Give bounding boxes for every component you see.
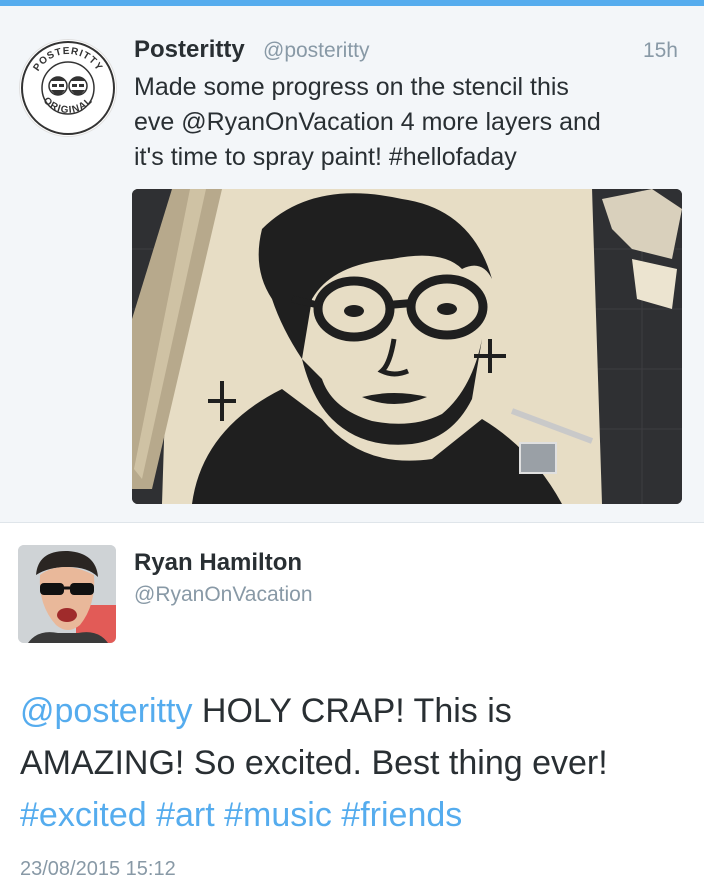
tweet2-text-segment: HOLY CRAP! This is <box>192 692 512 730</box>
tweet2-text-line-1: @posteritty HOLY CRAP! This is <box>20 685 690 737</box>
tweet1-author-name[interactable]: Posteritty <box>134 36 245 64</box>
hashtag-link[interactable]: #friends <box>341 796 462 834</box>
tweet-ryan-hamilton[interactable]: Ryan Hamilton @RyanOnVacation @posteritt… <box>0 523 704 896</box>
mention-link[interactable]: @posteritty <box>20 692 192 730</box>
tweet1-media-photo[interactable] <box>132 189 682 504</box>
tweet2-text-line-2: AMAZING! So excited. Best thing ever! <box>20 744 608 782</box>
hashtag-link[interactable]: #excited <box>20 796 147 834</box>
hashtag-link[interactable]: #art <box>156 796 215 834</box>
tweet2-text: @posteritty HOLY CRAP! This is AMAZING! … <box>20 685 690 841</box>
tweet2-hashtags: #excited #art #music #friends <box>20 789 690 841</box>
stencil-portrait-photo-icon <box>132 189 682 504</box>
posteritty-logo-icon: POSTERITTY ORIGINAL <box>21 41 115 135</box>
tweet1-text-line: it's time to spray paint! #hellofaday <box>134 143 517 171</box>
tweet2-author-handle[interactable]: @RyanOnVacation <box>134 583 313 607</box>
ryan-avatar[interactable] <box>18 545 116 643</box>
tweet1-timestamp[interactable]: 15h <box>643 39 678 63</box>
tweet1-text-line: Made some progress on the stencil this <box>134 73 569 101</box>
tweet-posteritty[interactable]: POSTERITTY ORIGINAL Posteritty @posterit… <box>0 6 704 523</box>
tweet1-text: Made some progress on the stencil this e… <box>134 70 679 175</box>
profile-photo-icon <box>18 545 116 643</box>
tweet1-author-handle[interactable]: @posteritty <box>263 39 370 63</box>
tweet1-text-line: eve @RyanOnVacation 4 more layers and <box>134 108 601 136</box>
posteritty-avatar[interactable]: POSTERITTY ORIGINAL <box>20 40 116 136</box>
hashtag-link[interactable]: #music <box>224 796 332 834</box>
tweet2-author-name[interactable]: Ryan Hamilton <box>134 549 302 577</box>
tweet2-date: 23/08/2015 15:12 <box>20 858 176 880</box>
